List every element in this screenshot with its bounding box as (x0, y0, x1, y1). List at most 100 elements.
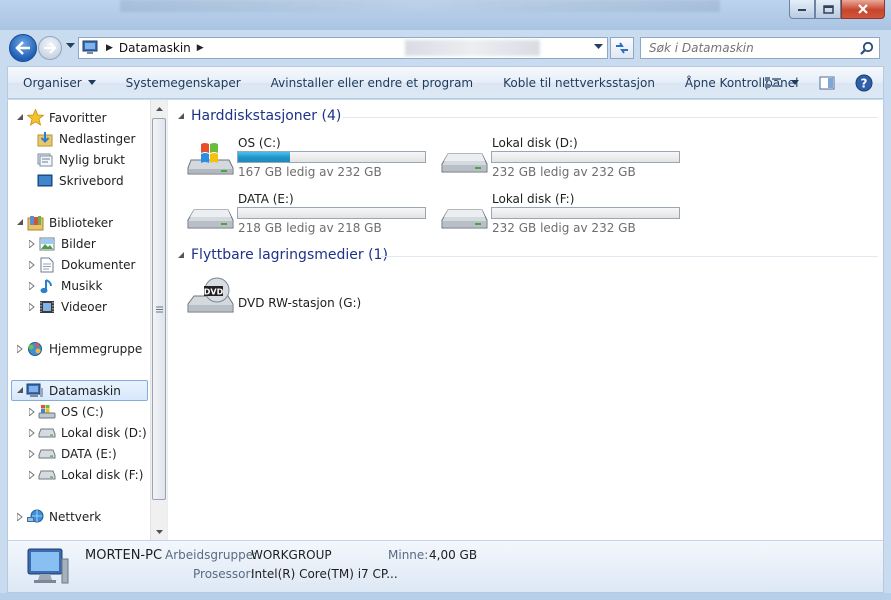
expanded-arrow-icon[interactable] (14, 114, 26, 121)
workgroup-value: WORKGROUP (251, 548, 332, 562)
scroll-thumb[interactable] (152, 118, 166, 500)
chevron-down-icon (87, 80, 96, 85)
sidebar-item-label: Nylig brukt (59, 152, 125, 167)
sidebar-item-videos[interactable]: Videoer (26, 296, 107, 317)
collapsed-arrow-icon[interactable] (26, 449, 38, 458)
windows-drive-icon (187, 143, 234, 175)
collapsed-arrow-icon[interactable] (26, 239, 38, 248)
dvd-drive-tile[interactable]: DVD DVD RW-stasjon (G:) (187, 277, 437, 330)
sidebar-item-recent[interactable]: Nylig brukt (36, 149, 125, 170)
back-button[interactable] (9, 34, 37, 62)
history-dropdown-icon[interactable] (66, 43, 75, 49)
search-box[interactable] (640, 37, 880, 59)
sidebar-item-drive-c[interactable]: OS (C:) (26, 401, 104, 422)
scroll-down-button[interactable] (151, 523, 167, 540)
sidebar-item-label: Hjemmegruppe (49, 341, 143, 356)
sidebar-item-drive-e[interactable]: DATA (E:) (26, 443, 117, 464)
dvd-drive-icon: DVD (187, 277, 234, 313)
svg-text:DVD: DVD (204, 288, 224, 297)
sidebar-item-computer[interactable]: Datamaskin (11, 380, 148, 401)
sidebar-item-music[interactable]: Musikk (26, 275, 102, 296)
uninstall-program-button[interactable]: Avinstaller eller endre et program (256, 67, 488, 98)
network-icon (26, 508, 44, 526)
group-header-hdd[interactable]: Harddiskstasjoner (4) (178, 108, 341, 124)
downloads-folder-icon (36, 130, 54, 148)
sidebar-item-documents[interactable]: Dokumenter (26, 254, 135, 275)
sidebar-item-label: Lokal disk (F:) (61, 467, 144, 482)
map-network-drive-button[interactable]: Koble til nettverksstasjon (488, 67, 670, 98)
sidebar-item-network[interactable]: Nettverk (14, 506, 101, 527)
sidebar-item-favorites[interactable]: Favoritter (14, 107, 107, 128)
drive-tile[interactable]: Lokal disk (F:) 232 GB ledig av 232 GB (441, 192, 691, 240)
expanded-arrow-icon[interactable] (178, 247, 185, 263)
collapsed-arrow-icon[interactable] (26, 260, 38, 269)
drive-tile[interactable]: DATA (E:) 218 GB ledig av 218 GB (187, 192, 437, 240)
videos-icon (38, 298, 56, 316)
drive-name: DATA (E:) (238, 192, 294, 206)
sidebar-item-libraries[interactable]: Biblioteker (14, 212, 113, 233)
drive-tile[interactable]: OS (C:) 167 GB ledig av 232 GB (187, 136, 437, 184)
sidebar-item-label: Nettverk (49, 509, 102, 524)
sidebar-item-label: OS (C:) (61, 404, 104, 419)
system-properties-button[interactable]: Systemegenskaper (111, 67, 256, 98)
address-bar[interactable]: ▶ Datamaskin ▶ (78, 37, 608, 59)
windows-drive-icon (38, 403, 56, 421)
scroll-up-button[interactable] (151, 100, 167, 117)
sidebar-item-drive-d[interactable]: Lokal disk (D:) (26, 422, 147, 443)
sidebar-item-homegroup[interactable]: Hjemmegruppe (14, 338, 142, 359)
search-input[interactable] (649, 41, 849, 55)
collapsed-arrow-icon[interactable] (14, 512, 26, 521)
sidebar-item-label: Nedlastinger (59, 131, 136, 146)
window-bottom-border (0, 593, 891, 600)
sidebar-item-downloads[interactable]: Nedlastinger (36, 128, 136, 149)
breadcrumb-datamaskin[interactable]: Datamaskin (119, 41, 191, 55)
sidebar-item-drive-f[interactable]: Lokal disk (F:) (26, 464, 143, 485)
sidebar-item-label: Bilder (61, 236, 96, 251)
hard-drive-icon (441, 209, 488, 229)
expanded-arrow-icon[interactable] (14, 219, 26, 226)
address-dropdown-icon[interactable] (594, 44, 603, 50)
maximize-button[interactable] (815, 0, 841, 19)
expanded-arrow-icon[interactable] (178, 108, 185, 124)
libraries-icon (26, 214, 44, 232)
drive-free-space: 167 GB ledig av 232 GB (238, 165, 382, 179)
collapsed-arrow-icon[interactable] (14, 344, 26, 353)
organize-button[interactable]: Organiser (8, 67, 111, 98)
search-icon[interactable] (860, 41, 874, 55)
hard-drive-icon (441, 153, 488, 173)
drive-tile[interactable]: Lokal disk (D:) 232 GB ledig av 232 GB (441, 136, 691, 184)
group-title: Flyttbare lagringsmedier (1) (191, 247, 388, 263)
breadcrumb-chevron-icon[interactable]: ▶ (197, 43, 204, 53)
navigation-scrollbar[interactable] (150, 100, 167, 540)
computer-icon (27, 548, 69, 584)
memory-value: 4,00 GB (429, 548, 478, 562)
sidebar-item-desktop[interactable]: Skrivebord (36, 170, 124, 191)
preview-pane-button[interactable] (809, 67, 845, 98)
drive-usage-bar (491, 207, 680, 219)
collapsed-arrow-icon[interactable] (26, 470, 38, 479)
drive-name: OS (C:) (238, 136, 281, 150)
processor-value: Intel(R) Core(TM) i7 CP... (251, 567, 398, 581)
help-button[interactable]: ? (845, 67, 883, 98)
pictures-icon (38, 235, 56, 253)
close-button[interactable] (841, 0, 885, 19)
breadcrumb-chevron-icon[interactable]: ▶ (106, 43, 113, 53)
group-separator (343, 117, 878, 118)
collapsed-arrow-icon[interactable] (26, 428, 38, 437)
collapsed-arrow-icon[interactable] (26, 302, 38, 311)
chevron-down-icon (791, 80, 799, 85)
forward-button[interactable] (38, 36, 62, 60)
hard-drive-icon (187, 209, 234, 229)
details-pane: MORTEN-PC Arbeidsgruppe: WORKGROUP Minne… (7, 540, 884, 593)
maximize-icon (822, 4, 834, 14)
minimize-button[interactable] (789, 0, 815, 19)
collapsed-arrow-icon[interactable] (26, 281, 38, 290)
group-header-removable[interactable]: Flyttbare lagringsmedier (1) (178, 247, 388, 263)
processor-label: Prosessor: (193, 567, 255, 581)
refresh-button[interactable] (610, 37, 634, 59)
view-options-button[interactable] (754, 67, 809, 98)
grip-icon (155, 306, 163, 312)
collapsed-arrow-icon[interactable] (26, 407, 38, 416)
sidebar-item-pictures[interactable]: Bilder (26, 233, 96, 254)
expanded-arrow-icon[interactable] (14, 387, 26, 394)
